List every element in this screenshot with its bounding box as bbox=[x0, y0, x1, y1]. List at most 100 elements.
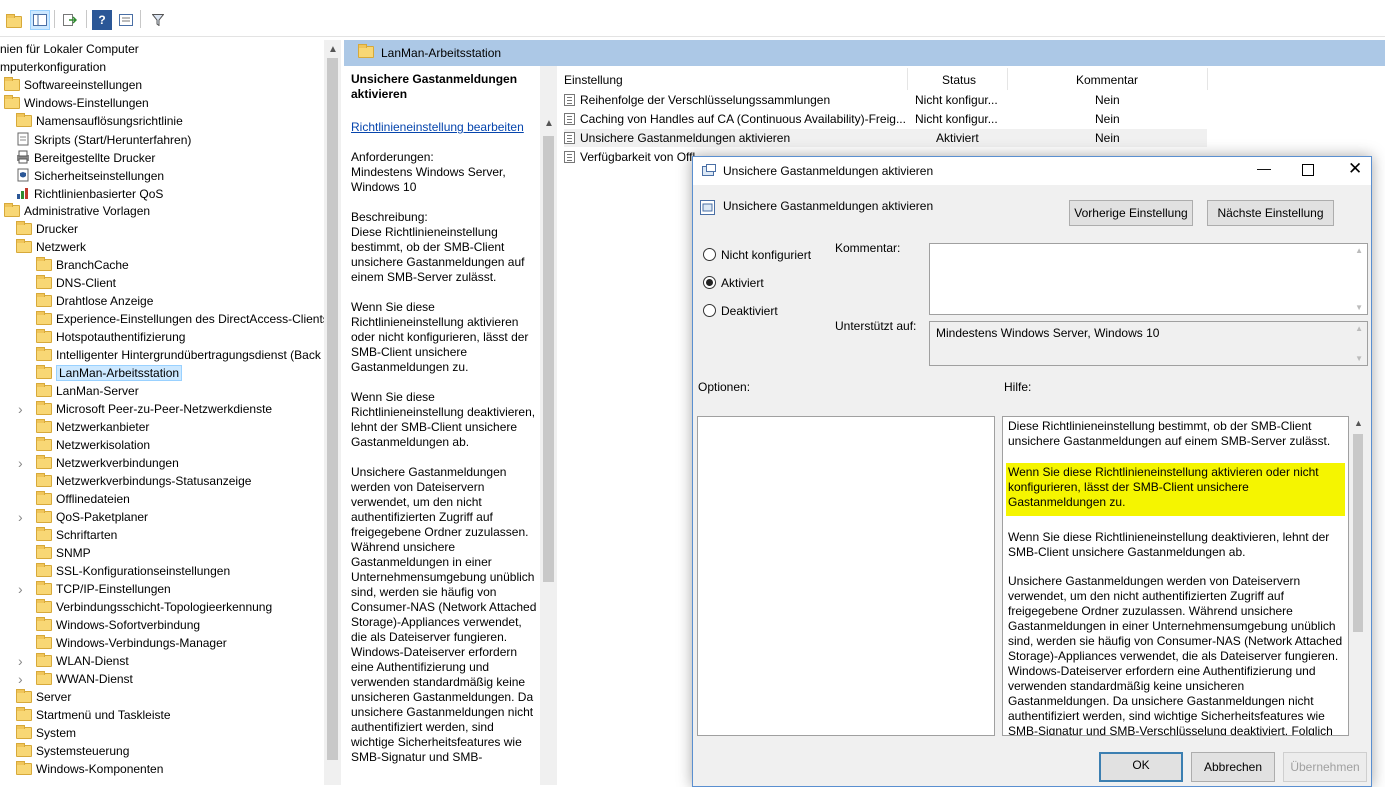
tree-item[interactable]: LanMan-Arbeitsstation bbox=[36, 364, 183, 382]
export-icon[interactable] bbox=[60, 10, 80, 30]
tree-item[interactable]: DNS-Client bbox=[36, 274, 116, 292]
tree-item[interactable]: Netzwerkisolation bbox=[36, 436, 150, 454]
folder-icon bbox=[16, 761, 32, 775]
tree-item[interactable]: Netzwerkanbieter bbox=[36, 418, 149, 436]
help-scrollbar[interactable]: ▲ bbox=[1349, 416, 1367, 736]
tree-item[interactable]: SNMP bbox=[36, 544, 91, 562]
filter-icon[interactable] bbox=[148, 10, 168, 30]
tree-item[interactable]: nien für Lokaler Computer bbox=[0, 40, 139, 58]
radio-not-configured[interactable]: Nicht konfiguriert bbox=[703, 246, 811, 262]
tree-item[interactable]: Skripts (Start/Herunterfahren) bbox=[16, 130, 191, 148]
tree-item[interactable]: Netzwerkverbindungen bbox=[36, 454, 179, 472]
expand-arrow-icon[interactable]: › bbox=[18, 670, 23, 688]
table-row[interactable]: Unsichere Gastanmeldungen aktivieren Akti… bbox=[564, 129, 1207, 147]
tree-item[interactable]: Drucker bbox=[16, 220, 78, 238]
tree-item[interactable]: Hotspotauthentifizierung bbox=[36, 328, 185, 346]
properties-icon[interactable] bbox=[116, 10, 136, 30]
tree-item[interactable]: Bereitgestellte Drucker bbox=[16, 148, 155, 166]
tree-item[interactable]: Richtlinienbasierter QoS bbox=[16, 184, 163, 202]
radio-icon[interactable] bbox=[703, 304, 716, 317]
edit-policy-link[interactable]: Richtlinieneinstellung bearbeiten bbox=[351, 120, 524, 134]
tree-item[interactable]: QoS-Paketplaner bbox=[36, 508, 148, 526]
description-scrollbar[interactable]: ▲ bbox=[540, 66, 557, 785]
scroll-thumb[interactable] bbox=[543, 136, 554, 582]
tree-item[interactable]: WWAN-Dienst bbox=[36, 670, 133, 688]
scroll-up-icon[interactable]: ▲ bbox=[1354, 418, 1363, 428]
folder-icon bbox=[16, 113, 32, 127]
column-header-status[interactable]: Status bbox=[942, 70, 976, 90]
radio-icon[interactable] bbox=[703, 248, 716, 261]
tree-item[interactable]: Experience-Einstellungen des DirectAcces… bbox=[36, 310, 324, 328]
tree-item[interactable]: Offlinedateien bbox=[36, 490, 130, 508]
tree-item[interactable]: TCP/IP-Einstellungen bbox=[36, 580, 171, 598]
table-row[interactable]: Reihenfolge der Verschlüsselungssammlung… bbox=[564, 91, 1207, 109]
tree-item[interactable]: Microsoft Peer-zu-Peer-Netzwerkdienste bbox=[36, 400, 272, 418]
tree-item[interactable]: Windows-Verbindungs-Manager bbox=[36, 634, 227, 652]
expand-arrow-icon[interactable]: › bbox=[18, 400, 23, 418]
tree-item[interactable]: Intelligenter Hintergrundübertragungsdie… bbox=[36, 346, 321, 364]
tree-item[interactable]: Startmenü und Taskleiste bbox=[16, 706, 171, 724]
folder-icon bbox=[16, 239, 32, 253]
tree-item[interactable]: BranchCache bbox=[36, 256, 129, 274]
expand-arrow-icon[interactable]: › bbox=[18, 652, 23, 670]
row-setting: Caching von Handles auf CA (Continuous A… bbox=[580, 112, 906, 126]
scroll-up-icon[interactable]: ▲ bbox=[544, 118, 554, 129]
tree-item[interactable]: Systemsteuerung bbox=[16, 742, 129, 760]
help-p1: Diese Richtlinieneinstellung bestimmt, o… bbox=[1008, 419, 1331, 448]
tree-item[interactable]: WLAN-Dienst bbox=[36, 652, 129, 670]
help-icon[interactable]: ? bbox=[92, 10, 112, 30]
tree-scrollbar[interactable]: ▲ bbox=[324, 40, 341, 785]
tree-item[interactable]: SSL-Konfigurationseinstellungen bbox=[36, 562, 230, 580]
description-p1: Diese Richtlinieneinstellung bestimmt, o… bbox=[351, 225, 525, 284]
folder-icon bbox=[36, 455, 52, 469]
column-header-setting[interactable]: Einstellung bbox=[564, 70, 623, 90]
previous-setting-button[interactable]: Vorherige Einstellung bbox=[1069, 200, 1193, 226]
tree-item[interactable]: Schriftarten bbox=[36, 526, 117, 544]
tree-item[interactable]: Windows-Sofortverbindung bbox=[36, 616, 200, 634]
tree-item[interactable]: Netzwerk bbox=[16, 238, 86, 256]
tree-item[interactable]: Windows-Komponenten bbox=[16, 760, 163, 778]
tree-item[interactable]: System bbox=[16, 724, 76, 742]
expand-arrow-icon[interactable]: › bbox=[18, 508, 23, 526]
tree-item[interactable]: Windows-Einstellungen bbox=[4, 94, 149, 112]
help-label: Hilfe: bbox=[1004, 380, 1032, 394]
folder-icon bbox=[4, 203, 20, 217]
apply-button[interactable]: Übernehmen bbox=[1283, 752, 1367, 782]
ok-button[interactable]: OK bbox=[1099, 752, 1183, 782]
scroll-up-icon[interactable]: ▲ bbox=[328, 44, 338, 55]
tree-item[interactable]: Administrative Vorlagen bbox=[4, 202, 150, 220]
expand-arrow-icon[interactable]: › bbox=[18, 580, 23, 598]
minimize-icon[interactable]: — bbox=[1257, 160, 1271, 176]
show-hide-tree-icon[interactable] bbox=[30, 10, 50, 30]
radio-enabled[interactable]: Aktiviert bbox=[703, 274, 764, 290]
radio-disabled[interactable]: Deaktiviert bbox=[703, 302, 778, 318]
folder-icon bbox=[36, 383, 52, 397]
next-setting-button[interactable]: Nächste Einstellung bbox=[1207, 200, 1334, 226]
tree-item-label: Windows-Sofortverbindung bbox=[56, 618, 201, 632]
description-p2: Wenn Sie diese Richtlinieneinstellung ak… bbox=[351, 300, 529, 374]
tree-item[interactable]: Sicherheitseinstellungen bbox=[16, 166, 164, 184]
tree-item[interactable]: Softwareeinstellungen bbox=[4, 76, 142, 94]
folder-icon bbox=[36, 275, 52, 289]
tree-item[interactable]: Verbindungsschicht-Topologieerkennung bbox=[36, 598, 272, 616]
tree-item[interactable]: LanMan-Server bbox=[36, 382, 139, 400]
tree-item-label: Netzwerkanbieter bbox=[56, 420, 150, 434]
tree-item[interactable]: mputerkonfiguration bbox=[0, 58, 106, 76]
tree-item[interactable]: Server bbox=[16, 688, 71, 706]
column-header-comment[interactable]: Kommentar bbox=[1076, 70, 1138, 90]
tree-item[interactable]: Namensauflösungsrichtlinie bbox=[16, 112, 183, 130]
cancel-button[interactable]: Abbrechen bbox=[1191, 752, 1275, 782]
folder-icon[interactable] bbox=[4, 10, 24, 30]
tree-item-label: Netzwerkisolation bbox=[56, 438, 151, 452]
tree-item[interactable]: Netzwerkverbindungs-Statusanzeige bbox=[36, 472, 251, 490]
maximize-icon[interactable] bbox=[1302, 164, 1314, 176]
expand-arrow-icon[interactable]: › bbox=[18, 454, 23, 472]
table-row[interactable]: Caching von Handles auf CA (Continuous A… bbox=[564, 110, 1207, 128]
tree-item[interactable]: Drahtlose Anzeige bbox=[36, 292, 153, 310]
radio-selected-icon[interactable] bbox=[703, 276, 716, 289]
scroll-thumb[interactable] bbox=[327, 58, 338, 760]
comment-textarea[interactable]: ▲ ▼ bbox=[929, 243, 1368, 315]
close-icon[interactable]: ✕ bbox=[1348, 159, 1362, 179]
tree-item-label: Verbindungsschicht-Topologieerkennung bbox=[56, 600, 273, 614]
scroll-thumb[interactable] bbox=[1353, 434, 1363, 632]
